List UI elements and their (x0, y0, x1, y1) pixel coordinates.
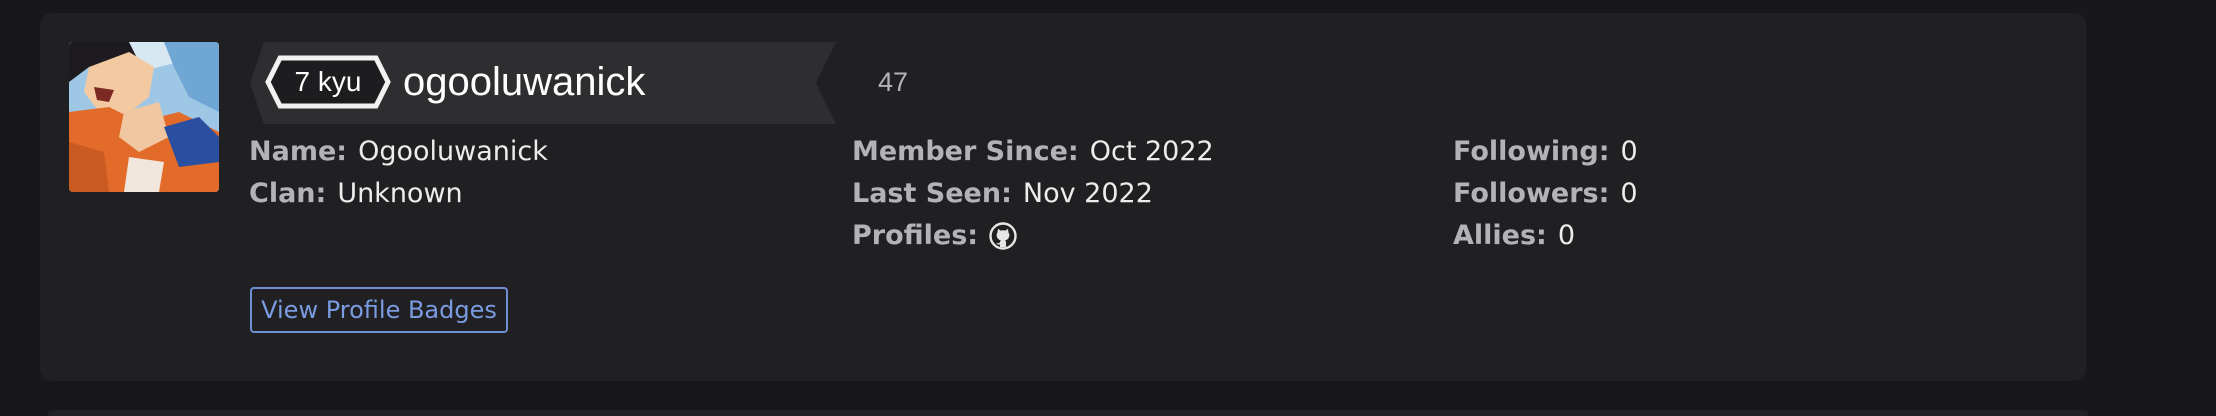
allies-label: Allies: (1453, 220, 1547, 251)
name-label: Name: (249, 136, 348, 167)
following-stat: Following: 0 (1453, 133, 1638, 171)
last-seen-stat: Last Seen: Nov 2022 (852, 175, 1153, 213)
allies-value: 0 (1557, 220, 1576, 251)
profiles-stat: Profiles: (852, 217, 1017, 255)
member-since-value: Oct 2022 (1089, 136, 1214, 167)
rank-label: 7 kyu (294, 66, 362, 97)
profiles-label: Profiles: (852, 220, 979, 251)
following-value: 0 (1620, 136, 1638, 167)
username: ogooluwanick (403, 60, 646, 104)
honor-score: 47 (878, 67, 909, 97)
github-icon[interactable] (989, 222, 1017, 250)
view-profile-badges-button[interactable]: View Profile Badges (250, 287, 508, 333)
allies-stat: Allies: 0 (1453, 217, 1575, 255)
avatar[interactable] (69, 42, 219, 192)
member-since-label: Member Since: (852, 136, 1079, 167)
name-value: Ogooluwanick (358, 136, 548, 167)
followers-stat: Followers: 0 (1453, 175, 1638, 213)
avatar-image (69, 42, 219, 192)
clan-value: Unknown (337, 178, 463, 209)
last-seen-value: Nov 2022 (1022, 178, 1153, 209)
next-section-edge (48, 410, 2088, 416)
name-stat: Name: Ogooluwanick (249, 133, 548, 171)
followers-label: Followers: (1453, 178, 1610, 209)
clan-label: Clan: (249, 178, 327, 209)
following-label: Following: (1453, 136, 1610, 167)
last-seen-label: Last Seen: (852, 178, 1012, 209)
followers-value: 0 (1620, 178, 1638, 209)
member-since-stat: Member Since: Oct 2022 (852, 133, 1214, 171)
clan-stat: Clan: Unknown (249, 175, 463, 213)
